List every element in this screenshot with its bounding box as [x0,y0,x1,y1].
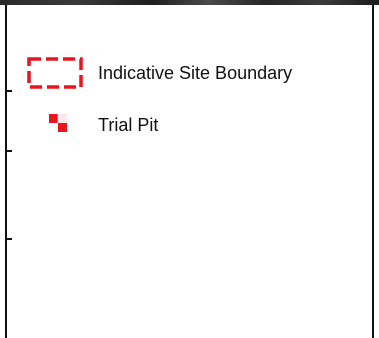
map-legend [5,5,374,338]
frame-tick [7,238,12,240]
frame-tick [7,90,12,92]
legend-label-site-boundary: Indicative Site Boundary [98,63,293,83]
frame-tick [7,150,12,152]
trial-pit-icon [49,114,67,132]
dashed-boundary-icon [27,57,83,89]
legend-label-trial-pit: Trial Pit [98,115,159,135]
